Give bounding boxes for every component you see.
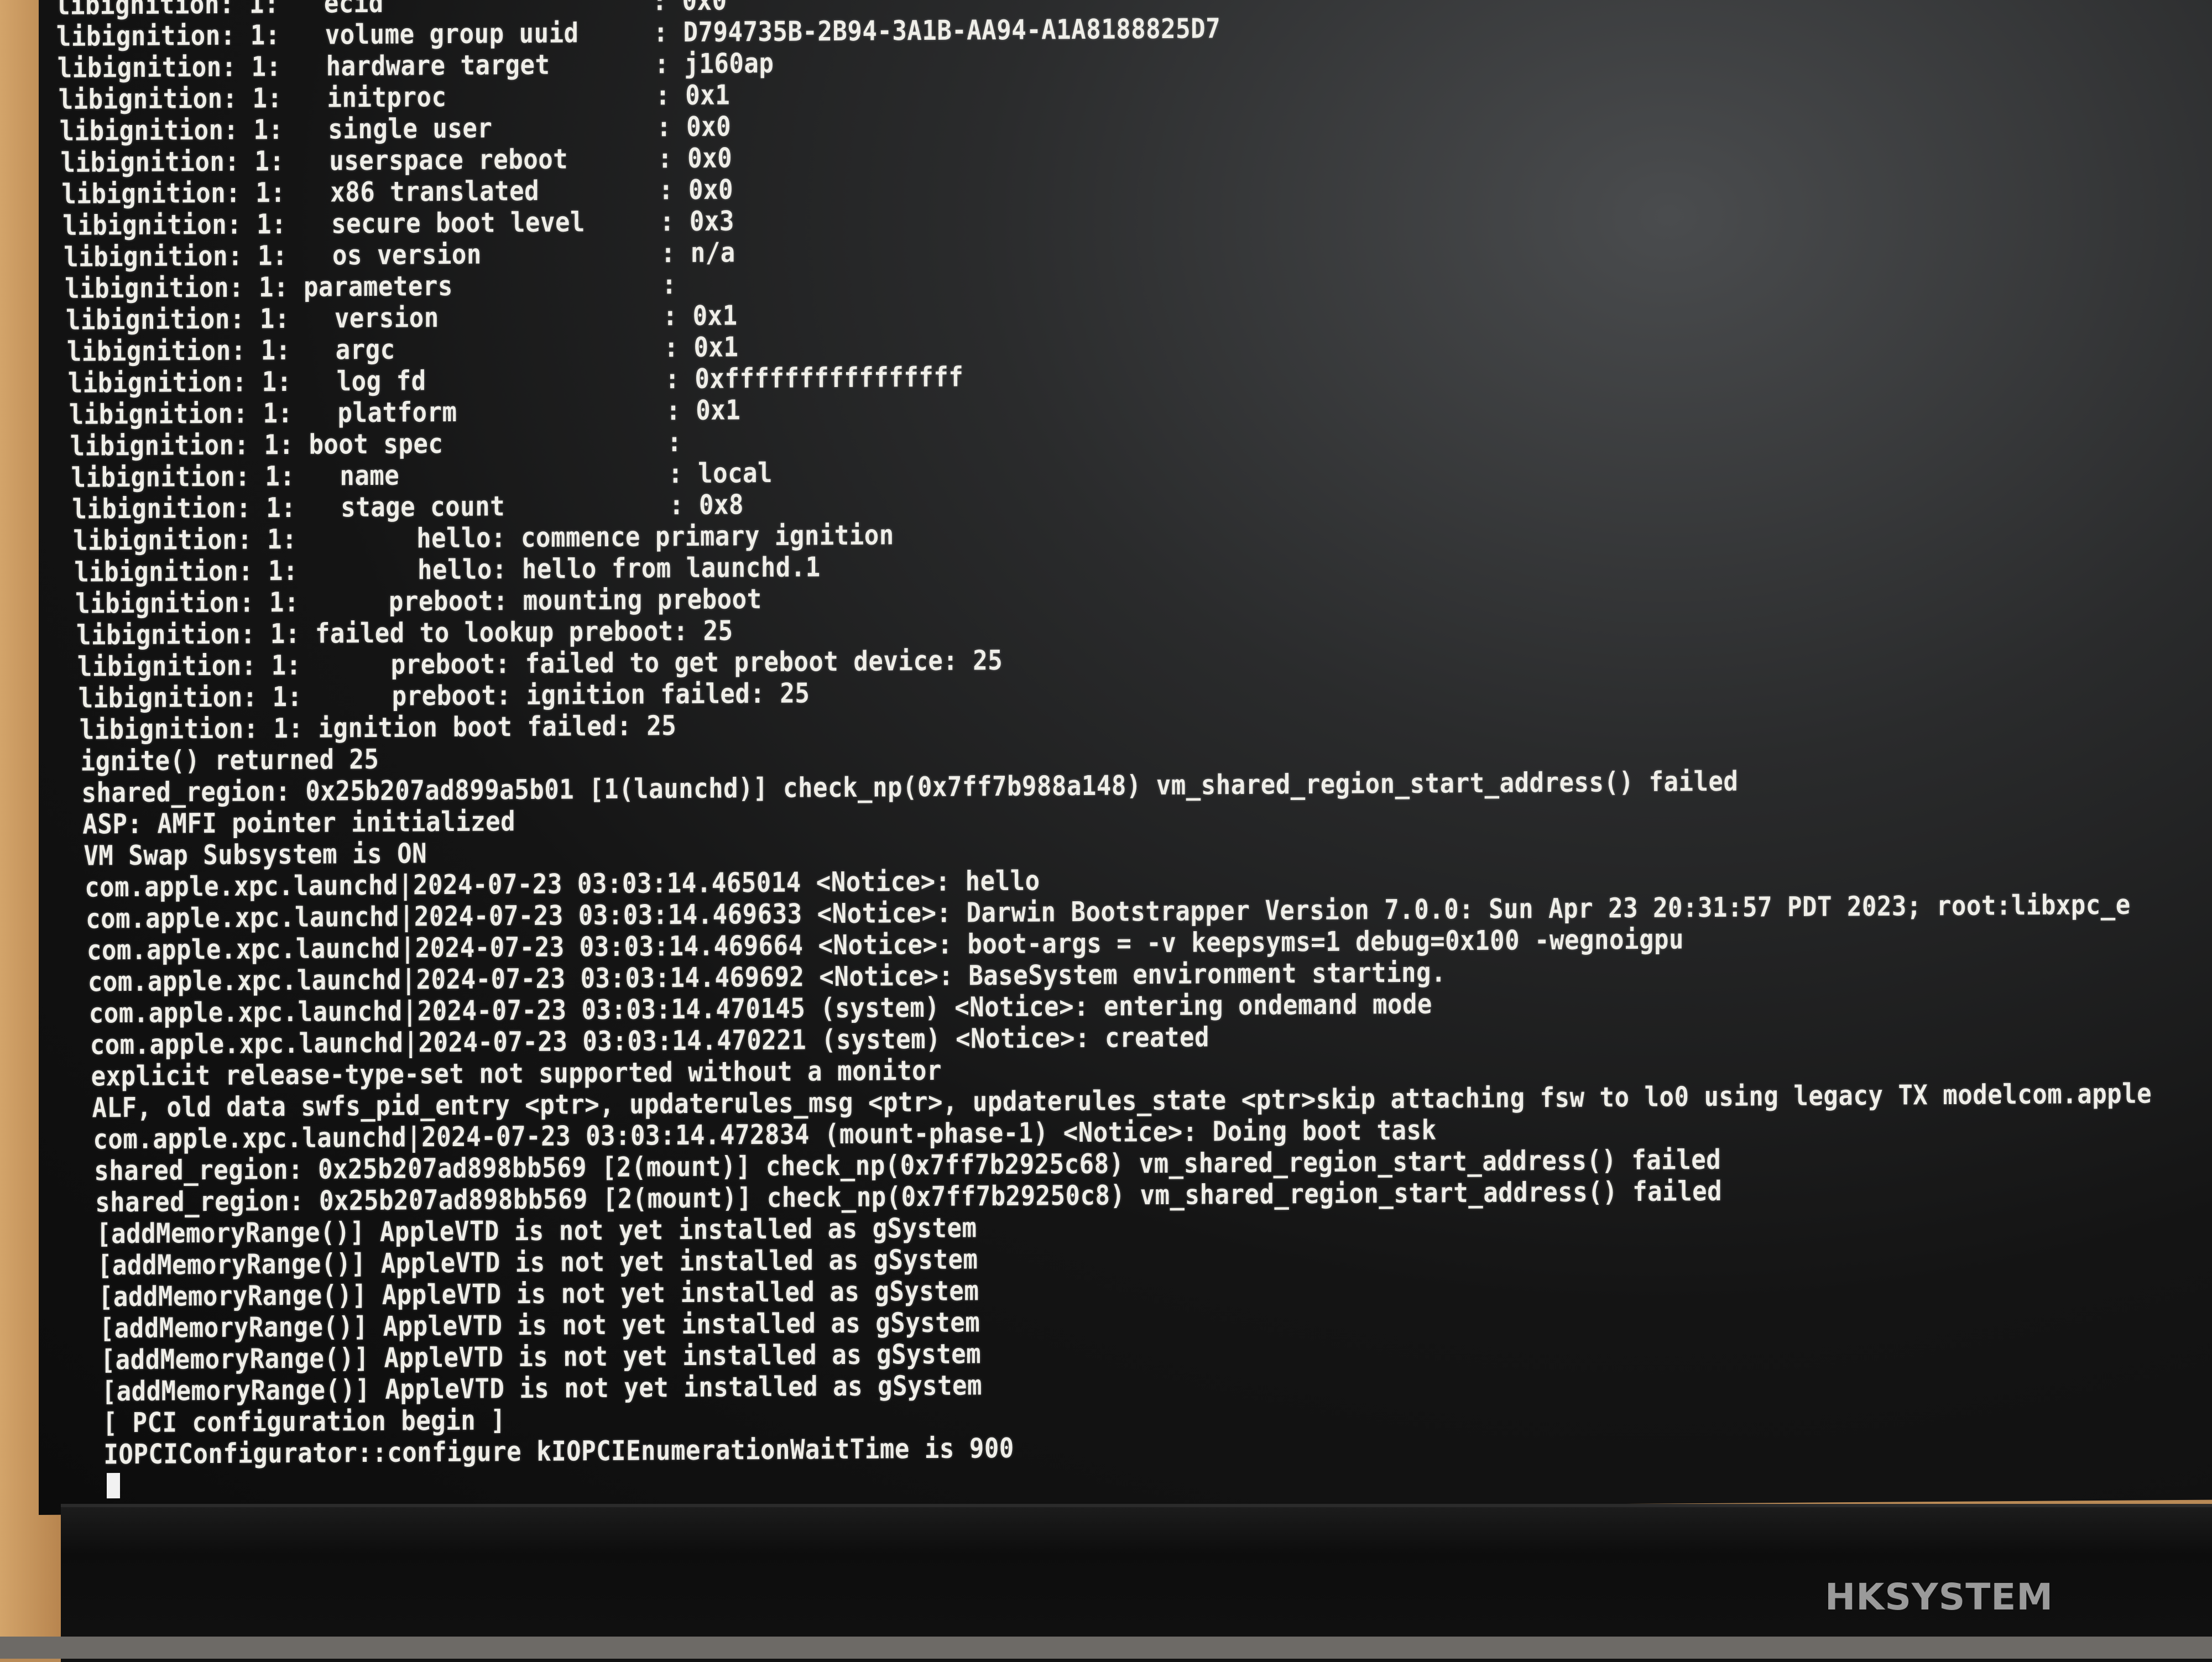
brand-logo: HKSYSTEM [1825,1576,2054,1618]
monitor-screen: libignition: 1: ecid : 0x0 libignition: 1… [39,0,2212,1515]
text-cursor [107,1472,121,1499]
console-line: IOPCIConfigurator::configure kIOPCIEnume… [103,1433,1014,1471]
console-line: [addMemoryRange()] AppleVTD is not yet i… [101,1370,983,1408]
desk-edge [0,1637,2212,1659]
